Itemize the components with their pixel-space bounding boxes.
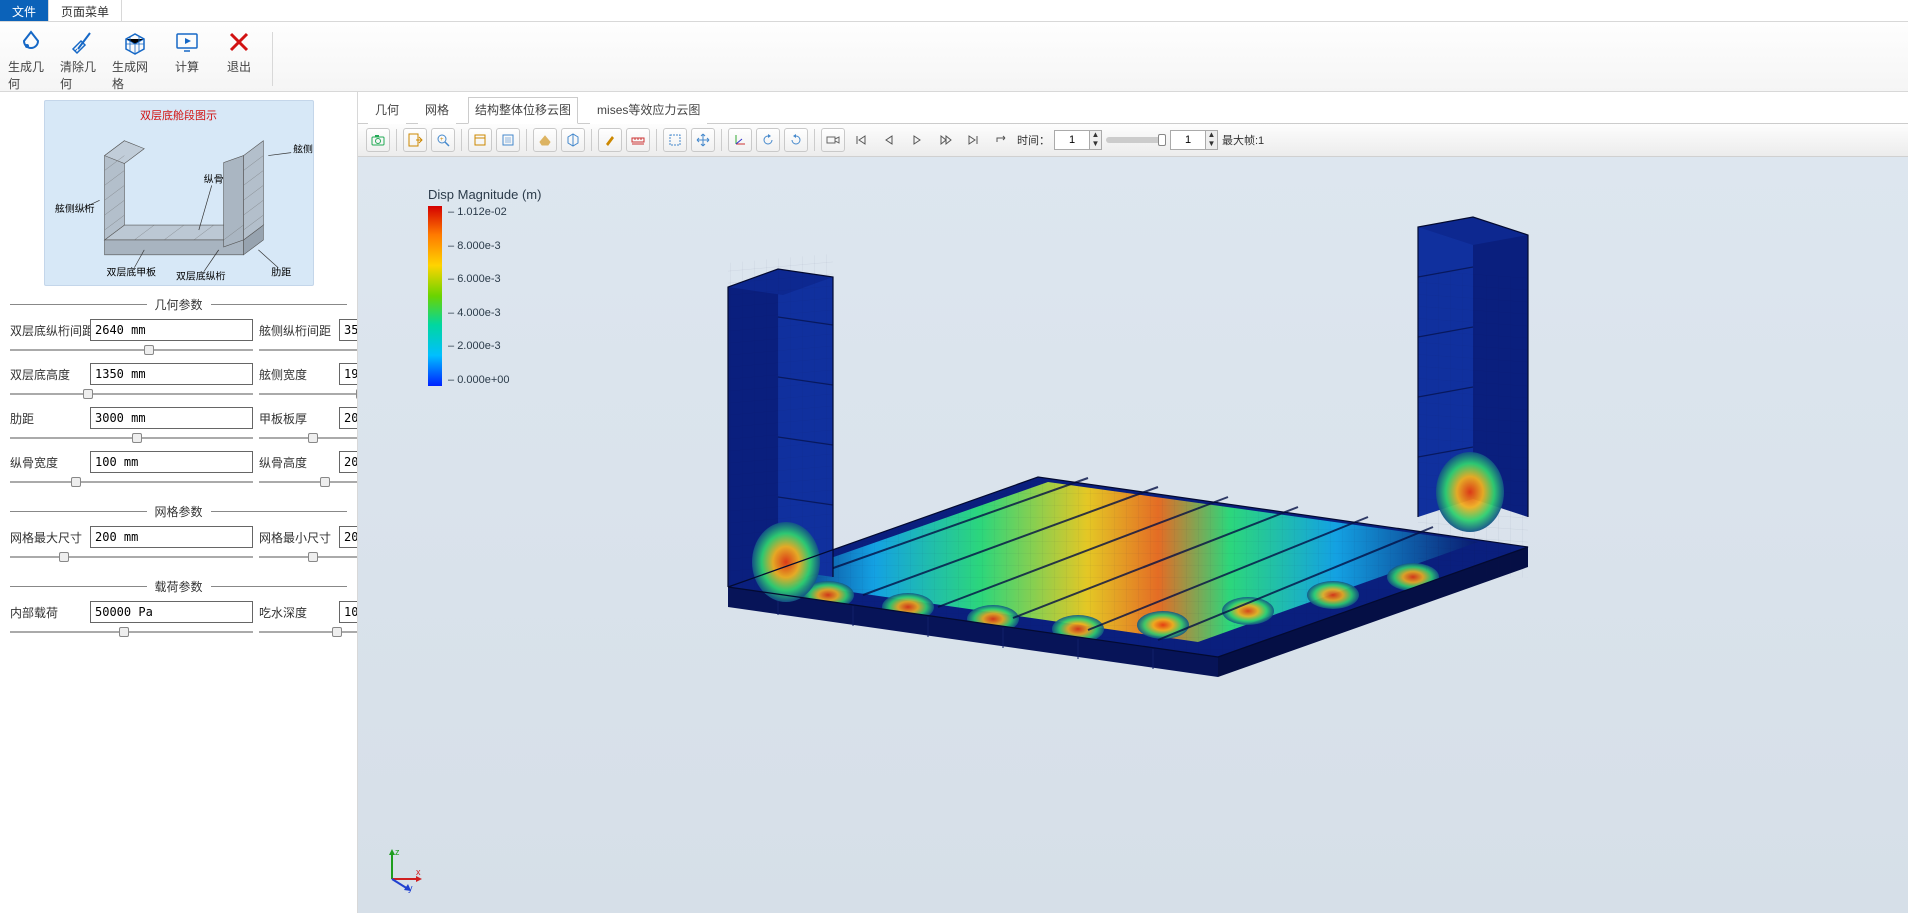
- stiffener-height-input[interactable]: [339, 451, 358, 473]
- ruler-icon[interactable]: [626, 128, 650, 152]
- loop-icon[interactable]: [989, 128, 1013, 152]
- close-x-icon: [225, 28, 253, 56]
- svg-text:舷侧: 舷侧: [293, 143, 313, 156]
- svg-text:z: z: [395, 847, 400, 857]
- svg-text:x: x: [416, 867, 421, 877]
- move-icon[interactable]: [691, 128, 715, 152]
- color-legend: Disp Magnitude (m) 1.012e-02 8.000e-3 6.…: [428, 187, 541, 386]
- zoom-fit-icon[interactable]: +: [431, 128, 455, 152]
- slider[interactable]: [10, 625, 253, 639]
- svg-text:双层底甲板: 双层底甲板: [106, 266, 156, 279]
- db-height-input[interactable]: [90, 363, 253, 385]
- svg-text:双层底纵桁: 双层底纵桁: [176, 270, 226, 283]
- side-width-input[interactable]: [339, 363, 358, 385]
- tab-page-menu[interactable]: 页面菜单: [49, 0, 122, 21]
- tab-displacement[interactable]: 结构整体位移云图: [468, 97, 578, 124]
- svg-text:+: +: [440, 137, 444, 143]
- slider[interactable]: [10, 431, 253, 445]
- stiffener-width-input[interactable]: [90, 451, 253, 473]
- play-monitor-icon: [173, 28, 201, 56]
- slider[interactable]: [259, 550, 358, 564]
- axes-icon[interactable]: [728, 128, 752, 152]
- group-header-geom: 几何参数: [10, 296, 347, 313]
- paint-drop-icon: [17, 28, 45, 56]
- max-frame-label: 最大帧:1: [1222, 132, 1264, 148]
- db-girder-spacing-input[interactable]: [90, 319, 253, 341]
- frame-spin[interactable]: ▲▼: [1170, 130, 1218, 150]
- video-icon[interactable]: [821, 128, 845, 152]
- slider[interactable]: [259, 387, 358, 401]
- mesh-min-input[interactable]: [339, 526, 358, 548]
- compute-button[interactable]: 计算: [164, 28, 210, 75]
- slider[interactable]: [10, 343, 253, 357]
- play-icon[interactable]: [905, 128, 929, 152]
- svg-text:y: y: [408, 883, 413, 893]
- slider[interactable]: [259, 343, 358, 357]
- slider[interactable]: [259, 431, 358, 445]
- fea-model: [658, 217, 1578, 697]
- viewport-canvas[interactable]: Disp Magnitude (m) 1.012e-02 8.000e-3 6.…: [358, 157, 1908, 913]
- group-header-mesh: 网格参数: [10, 503, 347, 520]
- draft-input[interactable]: [339, 601, 358, 623]
- slider[interactable]: [259, 475, 358, 489]
- select-box-icon[interactable]: [663, 128, 687, 152]
- last-frame-icon[interactable]: [961, 128, 985, 152]
- ribbon: 生成几何 清除几何 生成网格 计算 退出: [0, 22, 1908, 92]
- time-slider[interactable]: [1106, 137, 1166, 143]
- menu-tabs: 文件 页面菜单: [0, 0, 1908, 22]
- rib-spacing-input[interactable]: [90, 407, 253, 429]
- camera-icon[interactable]: [366, 128, 390, 152]
- first-frame-icon[interactable]: [849, 128, 873, 152]
- gen-geometry-button[interactable]: 生成几何: [8, 28, 54, 92]
- mesh-max-input[interactable]: [90, 526, 253, 548]
- exit-button[interactable]: 退出: [216, 28, 262, 75]
- view-tabs: 几何 网格 结构整体位移云图 mises等效应力云图: [358, 92, 1908, 124]
- rotate-ccw-icon[interactable]: [756, 128, 780, 152]
- section-icon[interactable]: [561, 128, 585, 152]
- svg-text:肋距: 肋距: [271, 266, 291, 279]
- slider[interactable]: [10, 475, 253, 489]
- internal-load-input[interactable]: [90, 601, 253, 623]
- model-preview: 双层底舱段图示: [44, 100, 314, 286]
- fast-forward-icon[interactable]: [933, 128, 957, 152]
- slider[interactable]: [259, 625, 358, 639]
- slider[interactable]: [10, 550, 253, 564]
- gen-mesh-button[interactable]: 生成网格: [112, 28, 158, 92]
- svg-text:纵骨: 纵骨: [203, 173, 223, 185]
- parameter-sidebar: 双层底舱段图示: [0, 92, 358, 913]
- rotate-cw-icon[interactable]: [784, 128, 808, 152]
- tab-mises[interactable]: mises等效应力云图: [590, 97, 707, 124]
- ribbon-separator: [272, 32, 273, 86]
- side-girder-spacing-input[interactable]: [339, 319, 358, 341]
- tab-geometry[interactable]: 几何: [368, 97, 406, 124]
- time-spin[interactable]: ▲▼: [1054, 130, 1102, 150]
- clear-geometry-button[interactable]: 清除几何: [60, 28, 106, 92]
- broom-icon: [69, 28, 97, 56]
- view-iso-icon[interactable]: [496, 128, 520, 152]
- slider[interactable]: [10, 387, 253, 401]
- tab-file[interactable]: 文件: [0, 0, 49, 21]
- group-header-load: 载荷参数: [10, 578, 347, 595]
- brush-icon[interactable]: [598, 128, 622, 152]
- plate-thickness-input[interactable]: [339, 407, 358, 429]
- time-label: 时间：: [1017, 132, 1050, 148]
- axis-triad-icon: z x y: [378, 845, 426, 893]
- view-top-icon[interactable]: [468, 128, 492, 152]
- prev-frame-icon[interactable]: [877, 128, 901, 152]
- view-toolbar: +: [358, 124, 1908, 157]
- display-style-icon[interactable]: [533, 128, 557, 152]
- svg-text:舷侧纵桁: 舷侧纵桁: [54, 202, 94, 215]
- cube-mesh-icon: [121, 28, 149, 56]
- export-icon[interactable]: [403, 128, 427, 152]
- tab-mesh[interactable]: 网格: [418, 97, 456, 124]
